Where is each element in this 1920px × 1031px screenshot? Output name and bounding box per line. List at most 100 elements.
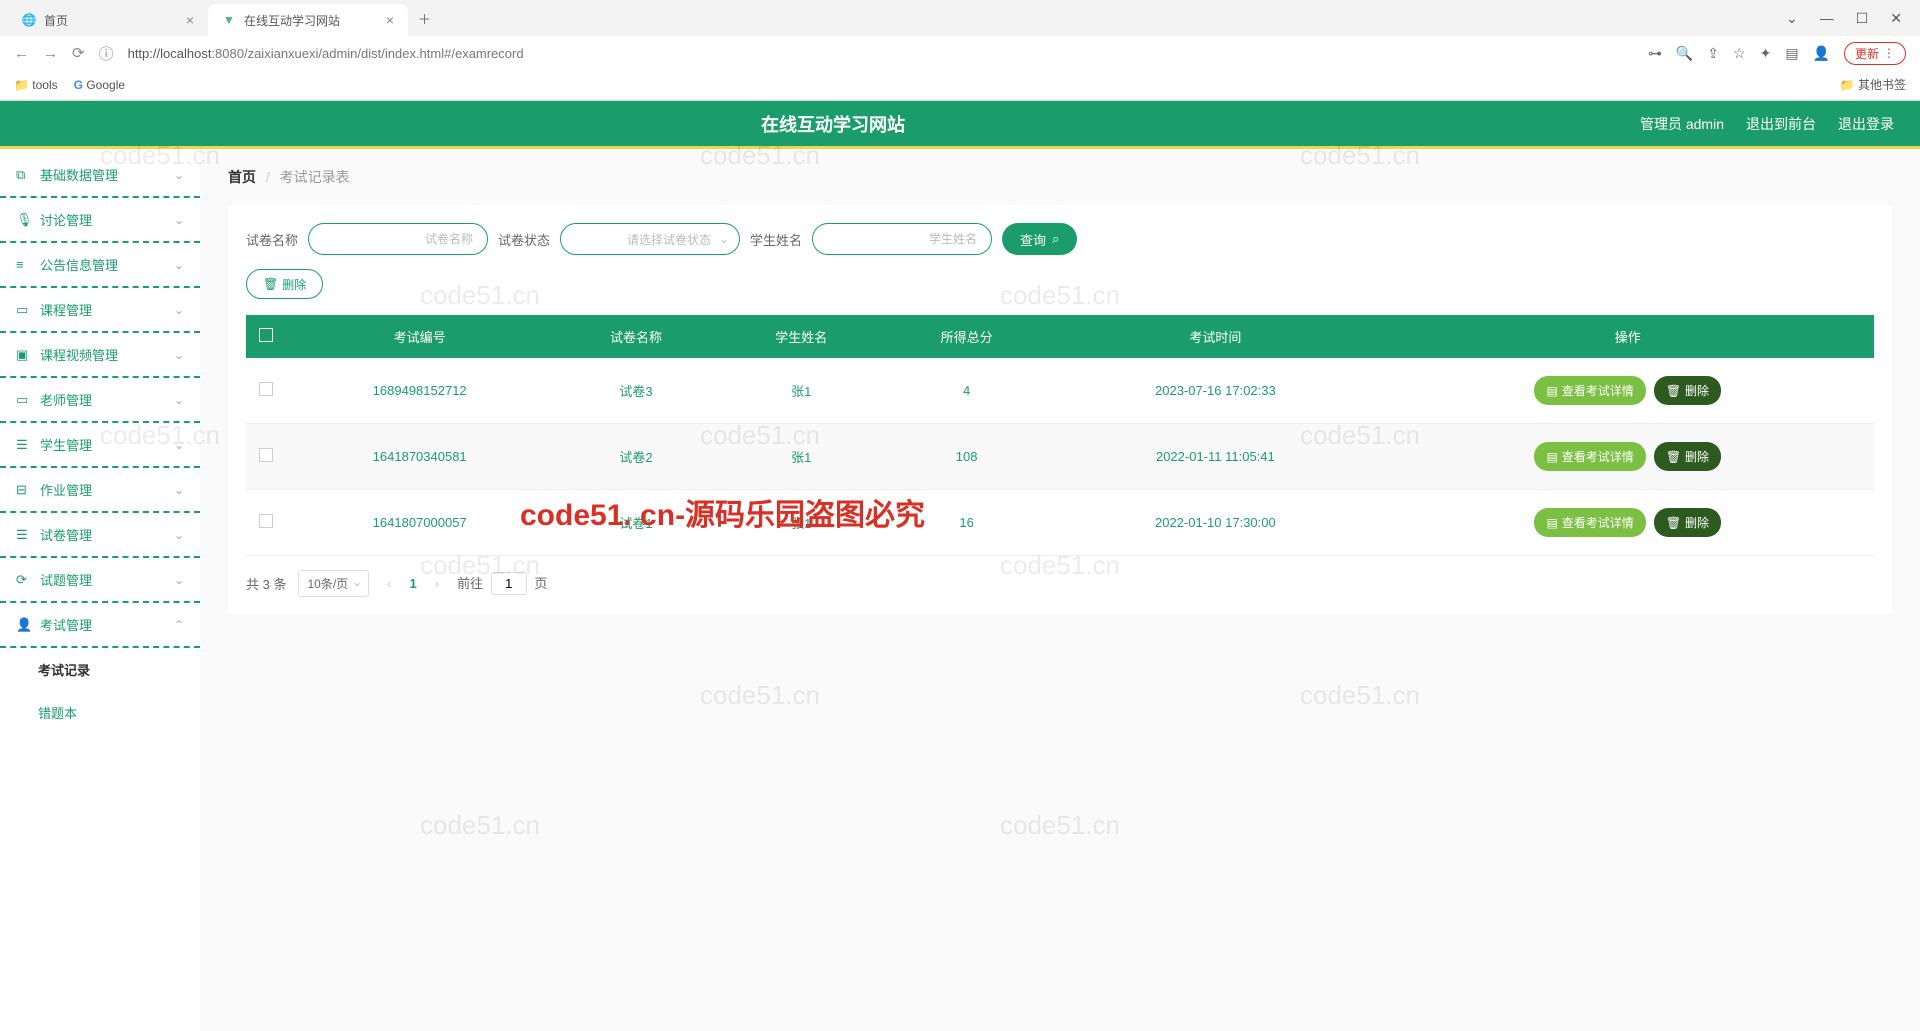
doc-icon: ▤ bbox=[1546, 516, 1557, 530]
sidebar-item[interactable]: ▭课程管理⌄ bbox=[0, 288, 200, 333]
sidebar-item[interactable]: ☰学生管理⌄ bbox=[0, 423, 200, 468]
menu-icon: ☰ bbox=[16, 527, 30, 543]
chevron-down-icon: ⌄ bbox=[174, 483, 184, 497]
url-input[interactable]: http://localhost:8080/zaixianxuexi/admin… bbox=[128, 46, 1634, 61]
star-icon[interactable]: ☆ bbox=[1733, 45, 1746, 62]
app-title: 在线互动学习网站 bbox=[26, 111, 1640, 137]
update-button[interactable]: 更新⋮ bbox=[1844, 42, 1906, 65]
trash-icon: 🗑 bbox=[1666, 384, 1681, 398]
chevron-down-icon[interactable]: ⌄ bbox=[1786, 10, 1798, 27]
menu-icon: 👤 bbox=[16, 617, 30, 633]
breadcrumb-home[interactable]: 首页 bbox=[228, 169, 256, 185]
table-header: 考试时间 bbox=[1049, 315, 1381, 358]
reload-icon[interactable]: ⟳ bbox=[72, 44, 85, 62]
batch-delete-button[interactable]: 🗑删除 bbox=[246, 269, 323, 299]
pagination: 共 3 条 10条/页 ‹ 1 › 前往 页 bbox=[246, 570, 1874, 597]
sidebar-item[interactable]: 👤考试管理⌃ bbox=[0, 603, 200, 648]
view-detail-button[interactable]: ▤查看考试详情 bbox=[1534, 442, 1645, 471]
search-button[interactable]: 查询⌕ bbox=[1002, 223, 1077, 255]
table-row: 1641870340581 试卷2 张1 108 2022-01-11 11:0… bbox=[246, 424, 1874, 490]
cell-student-name: 张1 bbox=[719, 424, 884, 490]
view-detail-button[interactable]: ▤查看考试详情 bbox=[1534, 508, 1645, 537]
cell-exam-id: 1641807000057 bbox=[286, 490, 553, 556]
bookmark-tools[interactable]: 📁 tools bbox=[14, 78, 58, 92]
app-header: 在线互动学习网站 管理员 admin 退出到前台 退出登录 bbox=[0, 101, 1920, 149]
back-icon[interactable]: ← bbox=[14, 45, 29, 62]
row-checkbox[interactable] bbox=[259, 514, 273, 528]
goto-page-input[interactable] bbox=[491, 572, 527, 595]
cell-score: 16 bbox=[884, 490, 1049, 556]
close-icon[interactable]: × bbox=[186, 12, 194, 28]
menu-icon: 🎙 bbox=[16, 212, 30, 228]
table-header: 学生姓名 bbox=[719, 315, 884, 358]
paper-status-select[interactable]: 请选择试卷状态 bbox=[560, 223, 740, 255]
browser-tab-app[interactable]: ▼ 在线互动学习网站 × bbox=[208, 4, 408, 36]
menu-icon: ⧉ bbox=[16, 167, 30, 183]
paper-name-input[interactable] bbox=[308, 223, 488, 255]
sidebar-item[interactable]: ☰试卷管理⌄ bbox=[0, 513, 200, 558]
sidebar-item-label: 老师管理 bbox=[40, 390, 92, 409]
sidebar-sub-error-book[interactable]: 错题本 bbox=[0, 691, 200, 734]
prev-page-icon[interactable]: ‹ bbox=[381, 576, 397, 591]
filter-label-paper-name: 试卷名称 bbox=[246, 230, 298, 249]
sidebar-item-label: 学生管理 bbox=[40, 435, 92, 454]
sidebar-item[interactable]: ▣课程视频管理⌄ bbox=[0, 333, 200, 378]
table-row: 1689498152712 试卷3 张1 4 2023-07-16 17:02:… bbox=[246, 358, 1874, 424]
table-header: 所得总分 bbox=[884, 315, 1049, 358]
key-icon[interactable]: ⊶ bbox=[1648, 45, 1662, 62]
row-checkbox[interactable] bbox=[259, 382, 273, 396]
sidebar-item[interactable]: 🎙讨论管理⌄ bbox=[0, 198, 200, 243]
vue-icon: ▼ bbox=[222, 13, 236, 27]
delete-row-button[interactable]: 🗑删除 bbox=[1654, 508, 1721, 537]
content-panel: 试卷名称 试卷状态 请选择试卷状态 学生姓名 查询⌕ 🗑删除 考试编号试卷名称学… bbox=[228, 205, 1892, 615]
share-icon[interactable]: ⇪ bbox=[1707, 45, 1719, 62]
sidebar-sub-exam-record[interactable]: 考试记录 bbox=[0, 648, 200, 691]
menu-icon: ⊟ bbox=[16, 482, 30, 498]
menu-icon: ≡ bbox=[16, 257, 30, 272]
next-page-icon[interactable]: › bbox=[429, 576, 445, 591]
sidebar-item-label: 作业管理 bbox=[40, 480, 92, 499]
bookmark-google[interactable]: G Google bbox=[74, 78, 125, 92]
search-icon: ⌕ bbox=[1052, 231, 1059, 247]
view-detail-button[interactable]: ▤查看考试详情 bbox=[1534, 376, 1645, 405]
sidepanel-icon[interactable]: ▤ bbox=[1785, 45, 1798, 62]
info-icon[interactable]: ⓘ bbox=[99, 43, 114, 64]
logout-link[interactable]: 退出登录 bbox=[1838, 114, 1894, 134]
chevron-down-icon: ⌄ bbox=[174, 348, 184, 362]
cell-paper-name: 试卷1 bbox=[553, 490, 718, 556]
select-all-checkbox[interactable] bbox=[259, 328, 273, 342]
forward-icon[interactable]: → bbox=[43, 45, 58, 62]
chevron-down-icon: ⌄ bbox=[174, 213, 184, 227]
browser-tab-home[interactable]: 🌐 首页 × bbox=[8, 4, 208, 36]
goto-frontend-link[interactable]: 退出到前台 bbox=[1746, 114, 1816, 134]
delete-row-button[interactable]: 🗑删除 bbox=[1654, 442, 1721, 471]
page-number[interactable]: 1 bbox=[410, 576, 417, 591]
admin-label[interactable]: 管理员 admin bbox=[1640, 114, 1724, 134]
sidebar-item[interactable]: ⊟ 作业管理 ⌄ bbox=[0, 468, 200, 513]
maximize-icon[interactable]: ☐ bbox=[1856, 10, 1869, 27]
sidebar-item[interactable]: ≡公告信息管理⌄ bbox=[0, 243, 200, 288]
delete-row-button[interactable]: 🗑删除 bbox=[1654, 376, 1721, 405]
sidebar-item-label: 公告信息管理 bbox=[40, 255, 118, 274]
cell-student-name: 张1 bbox=[719, 358, 884, 424]
row-checkbox[interactable] bbox=[259, 448, 273, 462]
close-window-icon[interactable]: ✕ bbox=[1890, 10, 1902, 27]
bookmark-other[interactable]: 📁 其他书签 bbox=[1840, 76, 1906, 93]
profile-icon[interactable]: 👤 bbox=[1813, 45, 1830, 62]
bookmarks-bar: 📁 tools G Google 📁 其他书签 bbox=[0, 70, 1920, 100]
new-tab-button[interactable]: ＋ bbox=[408, 9, 441, 28]
sidebar-item[interactable]: ⧉基础数据管理⌄ bbox=[0, 153, 200, 198]
sidebar: ⧉基础数据管理⌄🎙讨论管理⌄ ≡ 公告信息管理 ⌄ ▭课程管理⌄▣课程视频管理⌄▭老师管… bbox=[0, 149, 200, 1031]
zoom-icon[interactable]: 🔍 bbox=[1676, 45, 1693, 62]
minimize-icon[interactable]: — bbox=[1820, 10, 1834, 27]
chevron-down-icon: ⌄ bbox=[174, 528, 184, 542]
extensions-icon[interactable]: ✦ bbox=[1760, 45, 1772, 62]
page-size-select[interactable]: 10条/页 bbox=[298, 570, 369, 597]
sidebar-item[interactable]: ⟳试题管理⌄ bbox=[0, 558, 200, 603]
student-name-input[interactable] bbox=[812, 223, 992, 255]
cell-score: 108 bbox=[884, 424, 1049, 490]
sidebar-item[interactable]: ▭老师管理⌄ bbox=[0, 378, 200, 423]
menu-icon: ⟳ bbox=[16, 572, 30, 588]
address-bar: ← → ⟳ ⓘ http://localhost:8080/zaixianxue… bbox=[0, 36, 1920, 70]
close-icon[interactable]: × bbox=[386, 12, 394, 28]
